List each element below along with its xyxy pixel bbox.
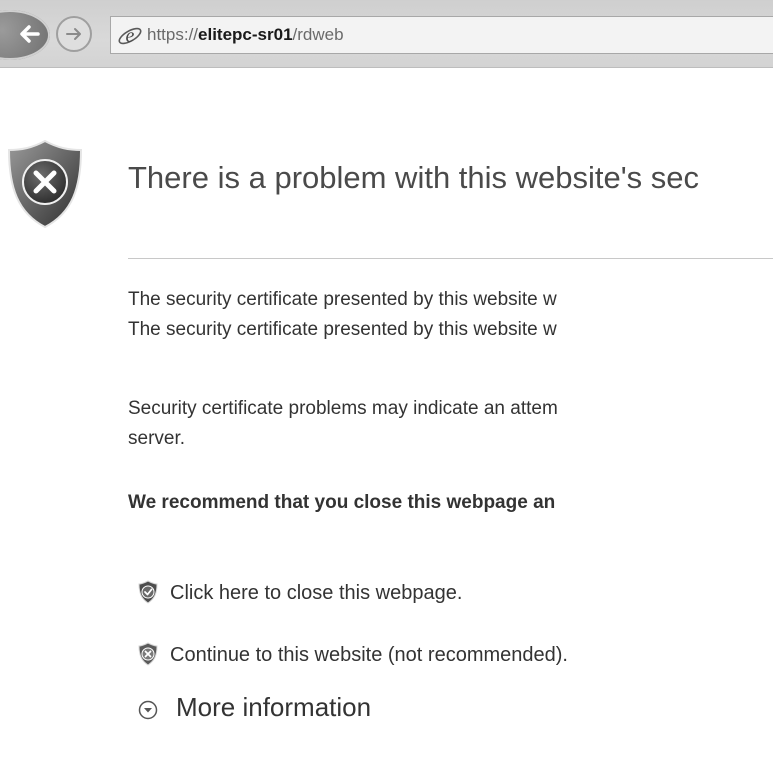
problem-warning-line-2: server. (128, 428, 186, 449)
forward-button[interactable] (56, 16, 92, 52)
green-check-shield-icon (138, 580, 158, 604)
red-x-shield-icon (138, 642, 158, 666)
recommendation-text: We recommend that you close this webpage… (128, 492, 556, 513)
chevron-down-circle-icon (138, 700, 158, 720)
internet-explorer-icon: e (118, 25, 142, 47)
browser-toolbar: e https://elitepc-sr01/rdweb (0, 0, 773, 68)
url-scheme: https:// (147, 25, 199, 44)
address-url[interactable]: https://elitepc-sr01/rdweb (147, 25, 344, 45)
continue-to-website-label[interactable]: Continue to this website (not recommende… (170, 644, 568, 667)
title-divider (128, 258, 773, 259)
close-webpage-label[interactable]: Click here to close this webpage. (170, 582, 462, 605)
more-information-label[interactable]: More information (176, 692, 371, 723)
url-path: /rdweb (292, 25, 344, 44)
certificate-message-2: The security certificate presented by th… (128, 319, 557, 340)
back-arrow-icon (20, 25, 40, 43)
error-shield-icon (7, 139, 83, 229)
browser-window: e https://elitepc-sr01/rdweb There is a … (0, 0, 773, 758)
certificate-message-1: The security certificate presented by th… (128, 289, 557, 310)
address-bar[interactable]: e https://elitepc-sr01/rdweb (110, 16, 773, 54)
back-button[interactable] (0, 10, 50, 60)
page-title: There is a problem with this website's s… (128, 160, 700, 195)
forward-arrow-icon (66, 28, 81, 40)
svg-text:e: e (126, 25, 135, 47)
url-host: elitepc-sr01 (198, 25, 293, 44)
problem-warning-line-1: Security certificate problems may indica… (128, 398, 558, 419)
